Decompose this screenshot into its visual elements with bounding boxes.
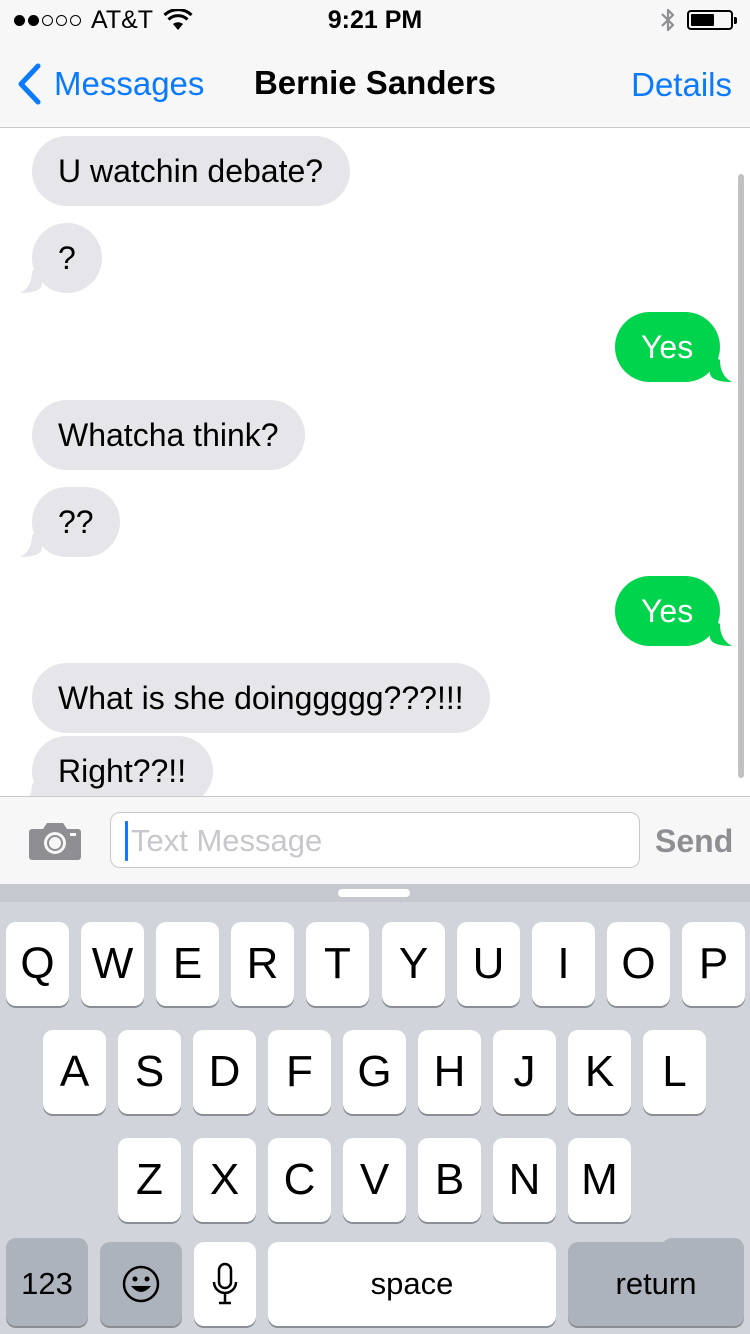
message-text: Whatcha think? <box>58 417 279 453</box>
emoji-key[interactable] <box>100 1242 182 1326</box>
key-x[interactable]: X <box>193 1138 256 1222</box>
key-e[interactable]: E <box>156 922 219 1006</box>
message-text-field[interactable]: Text Message <box>110 812 640 868</box>
status-time: 9:21 PM <box>327 6 423 34</box>
keyboard: QWERTYUIOP ASDFGHJKL ZXCVBNM 123 space ret… <box>0 884 750 1334</box>
outgoing-message[interactable]: Yes <box>615 576 732 646</box>
key-p[interactable]: P <box>682 922 745 1006</box>
keyboard-handle[interactable] <box>338 889 410 897</box>
key-c[interactable]: C <box>268 1138 331 1222</box>
key-l[interactable]: L <box>643 1030 706 1114</box>
bubble-tail <box>20 265 42 293</box>
key-u[interactable]: U <box>457 922 520 1006</box>
return-key[interactable]: return <box>568 1242 744 1326</box>
message-text: ? <box>58 240 76 276</box>
send-button[interactable]: Send <box>655 823 733 860</box>
message-text: U watchin debate? <box>58 153 324 189</box>
key-o[interactable]: O <box>607 922 670 1006</box>
bubble-tail <box>29 778 42 796</box>
key-z[interactable]: Z <box>118 1138 181 1222</box>
incoming-message[interactable]: U watchin debate? <box>32 136 350 206</box>
key-v[interactable]: V <box>343 1138 406 1222</box>
back-button[interactable]: Messages <box>16 62 204 106</box>
key-a[interactable]: A <box>43 1030 106 1114</box>
message-text: Yes <box>641 329 694 365</box>
bluetooth-icon <box>661 8 675 32</box>
key-q[interactable]: Q <box>6 922 69 1006</box>
message-text: What is she doinggggg???!!! <box>58 680 464 716</box>
chevron-left-icon <box>18 63 41 105</box>
key-d[interactable]: D <box>193 1030 256 1114</box>
camera-icon[interactable] <box>28 819 82 861</box>
dictation-key[interactable] <box>194 1242 256 1326</box>
key-k[interactable]: K <box>568 1030 631 1114</box>
bubble-tail <box>710 354 732 382</box>
emoji-smiley-icon <box>122 1265 160 1303</box>
incoming-message[interactable]: ?? <box>20 487 120 557</box>
key-w[interactable]: W <box>81 922 144 1006</box>
microphone-icon <box>212 1262 238 1305</box>
bubble-tail <box>710 618 732 646</box>
key-r[interactable]: R <box>231 922 294 1006</box>
incoming-message[interactable]: Right??!! <box>29 736 213 796</box>
key-n[interactable]: N <box>493 1138 556 1222</box>
key-b[interactable]: B <box>418 1138 481 1222</box>
key-m[interactable]: M <box>568 1138 631 1222</box>
key-h[interactable]: H <box>418 1030 481 1114</box>
key-g[interactable]: G <box>343 1030 406 1114</box>
status-bar: AT&T 9:21 PM <box>0 0 750 40</box>
key-j[interactable]: J <box>493 1030 556 1114</box>
space-key[interactable]: space <box>268 1242 556 1326</box>
message-text: ?? <box>58 504 94 540</box>
outgoing-message[interactable]: Yes <box>615 312 732 382</box>
incoming-message[interactable]: ? <box>20 223 102 293</box>
scrollbar[interactable] <box>738 174 744 778</box>
details-button[interactable]: Details <box>631 66 732 104</box>
message-text: Yes <box>641 593 694 629</box>
message-placeholder: Text Message <box>131 823 323 858</box>
back-button-label: Messages <box>54 65 205 102</box>
message-input-bar: Text Message Send <box>0 796 750 884</box>
key-t[interactable]: T <box>306 922 369 1006</box>
key-s[interactable]: S <box>118 1030 181 1114</box>
navigation-bar: Messages Bernie Sanders Details <box>0 40 750 128</box>
bubble-tail <box>20 529 42 557</box>
key-y[interactable]: Y <box>382 922 445 1006</box>
incoming-message[interactable]: What is she doinggggg???!!! <box>32 663 490 733</box>
key-f[interactable]: F <box>268 1030 331 1114</box>
incoming-message[interactable]: Whatcha think? <box>32 400 305 470</box>
numbers-key[interactable]: 123 <box>6 1242 88 1326</box>
message-text: Right??!! <box>58 753 187 789</box>
text-cursor <box>125 821 128 861</box>
battery-nub <box>734 17 737 24</box>
battery-level <box>691 14 714 26</box>
battery-icon <box>687 10 737 30</box>
message-thread[interactable]: U watchin debate?? Yes Whatcha think??? Yes… <box>0 128 750 796</box>
key-i[interactable]: I <box>532 922 595 1006</box>
